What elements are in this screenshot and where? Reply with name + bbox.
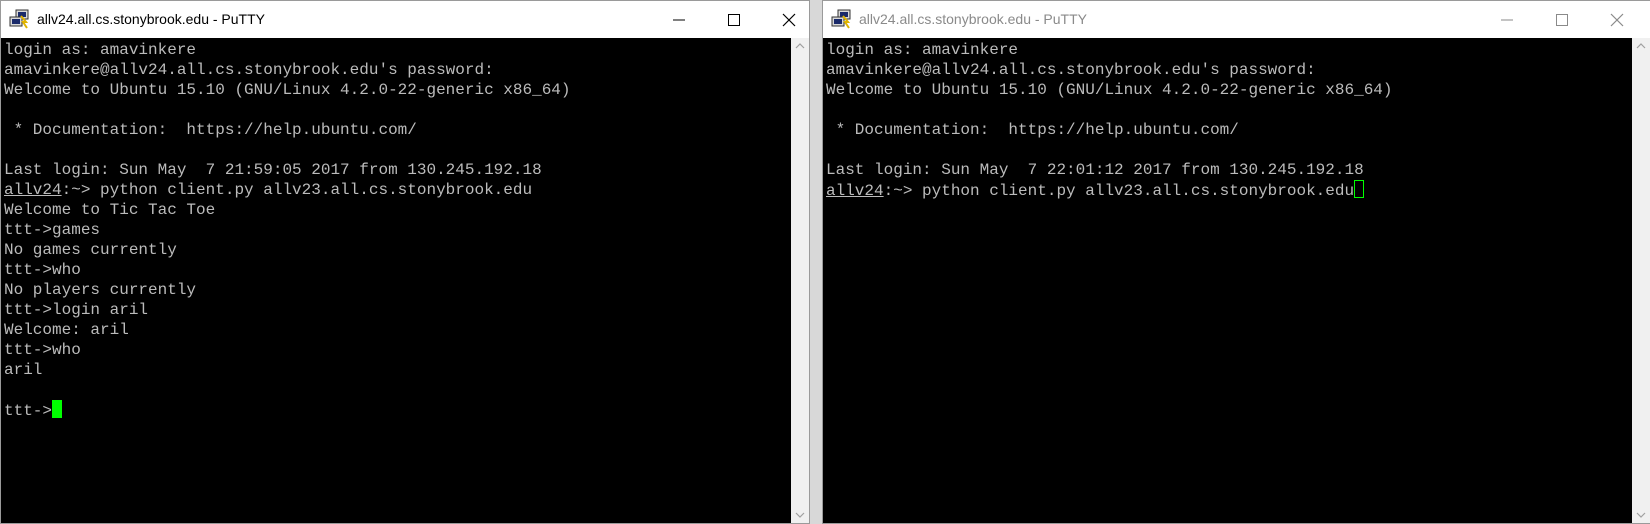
putty-window-left[interactable]: allv24.all.cs.stonybrook.edu - PuTTY log… [0,0,810,524]
scroll-up-arrow-icon[interactable] [1632,38,1650,55]
text-cursor [52,400,63,418]
title-bar[interactable]: allv24.all.cs.stonybrook.edu - PuTTY [1,1,809,38]
terminal-line: * Documentation: https://help.ubuntu.com… [4,121,417,139]
putty-icon[interactable] [9,9,31,29]
shell-command: :~> python client.py allv23.all.cs.stony… [61,181,533,199]
putty-icon[interactable] [831,9,853,29]
scroll-down-arrow-icon[interactable] [1632,506,1650,523]
terminal-line: aril [4,361,43,379]
window-title: allv24.all.cs.stonybrook.edu - PuTTY [37,11,265,27]
terminal-line: amavinkere@allv24.all.cs.stonybrook.edu'… [4,61,494,79]
terminal-line: ttt->who [4,261,81,279]
maximize-button[interactable] [711,1,757,38]
terminal-line: Welcome to Ubuntu 15.10 (GNU/Linux 4.2.0… [826,81,1393,99]
text-cursor [1354,180,1365,198]
minimize-button[interactable] [656,1,702,38]
terminal-line: ttt->who [4,341,81,359]
terminal-line: ttt->login aril [4,301,149,319]
window-gap [810,0,822,524]
shell-command-line: allv24:~> python client.py allv23.all.cs… [4,180,571,200]
terminal-line: No games currently [4,241,177,259]
terminal-line: amavinkere@allv24.all.cs.stonybrook.edu'… [826,61,1316,79]
vertical-scrollbar[interactable] [1632,38,1650,523]
terminal-line: Last login: Sun May 7 22:01:12 2017 from… [826,161,1364,179]
terminal-line: Welcome: aril [4,321,129,339]
title-bar[interactable]: allv24.all.cs.stonybrook.edu - PuTTY [823,1,1650,38]
terminal-line: No players currently [4,281,197,299]
vertical-scrollbar[interactable] [791,38,809,523]
terminal-line: * Documentation: https://help.ubuntu.com… [826,121,1239,139]
terminal-line: Welcome to Tic Tac Toe [4,201,216,219]
terminal-area[interactable]: login as: amavinkere amavinkere@allv24.a… [1,38,791,523]
terminal-area[interactable]: login as: amavinkere amavinkere@allv24.a… [823,38,1632,523]
terminal-line: login as: amavinkere [4,41,197,59]
close-button[interactable] [766,1,809,38]
prompt-host: allv24 [4,181,62,199]
maximize-button[interactable] [1539,1,1585,38]
ttt-prompt: ttt-> [4,402,53,420]
shell-command: :~> python client.py allv23.all.cs.stony… [883,182,1355,200]
scroll-up-arrow-icon[interactable] [791,38,809,55]
terminal-line: Welcome to Ubuntu 15.10 (GNU/Linux 4.2.0… [4,81,571,99]
shell-command-line[interactable]: allv24:~> python client.py allv23.all.cs… [826,180,1393,200]
prompt-host: allv24 [826,182,884,200]
terminal-output: login as: amavinkere amavinkere@allv24.a… [4,40,571,420]
terminal-output: login as: amavinkere amavinkere@allv24.a… [826,40,1393,200]
minimize-button[interactable] [1484,1,1530,38]
close-button[interactable] [1594,1,1640,38]
window-title: allv24.all.cs.stonybrook.edu - PuTTY [859,11,1087,27]
current-prompt-line[interactable]: ttt-> [4,400,571,420]
putty-window-right[interactable]: allv24.all.cs.stonybrook.edu - PuTTY log… [822,0,1650,524]
terminal-line: login as: amavinkere [826,41,1019,59]
terminal-line: Last login: Sun May 7 21:59:05 2017 from… [4,161,542,179]
scroll-down-arrow-icon[interactable] [791,506,809,523]
terminal-line: ttt->games [4,221,101,239]
